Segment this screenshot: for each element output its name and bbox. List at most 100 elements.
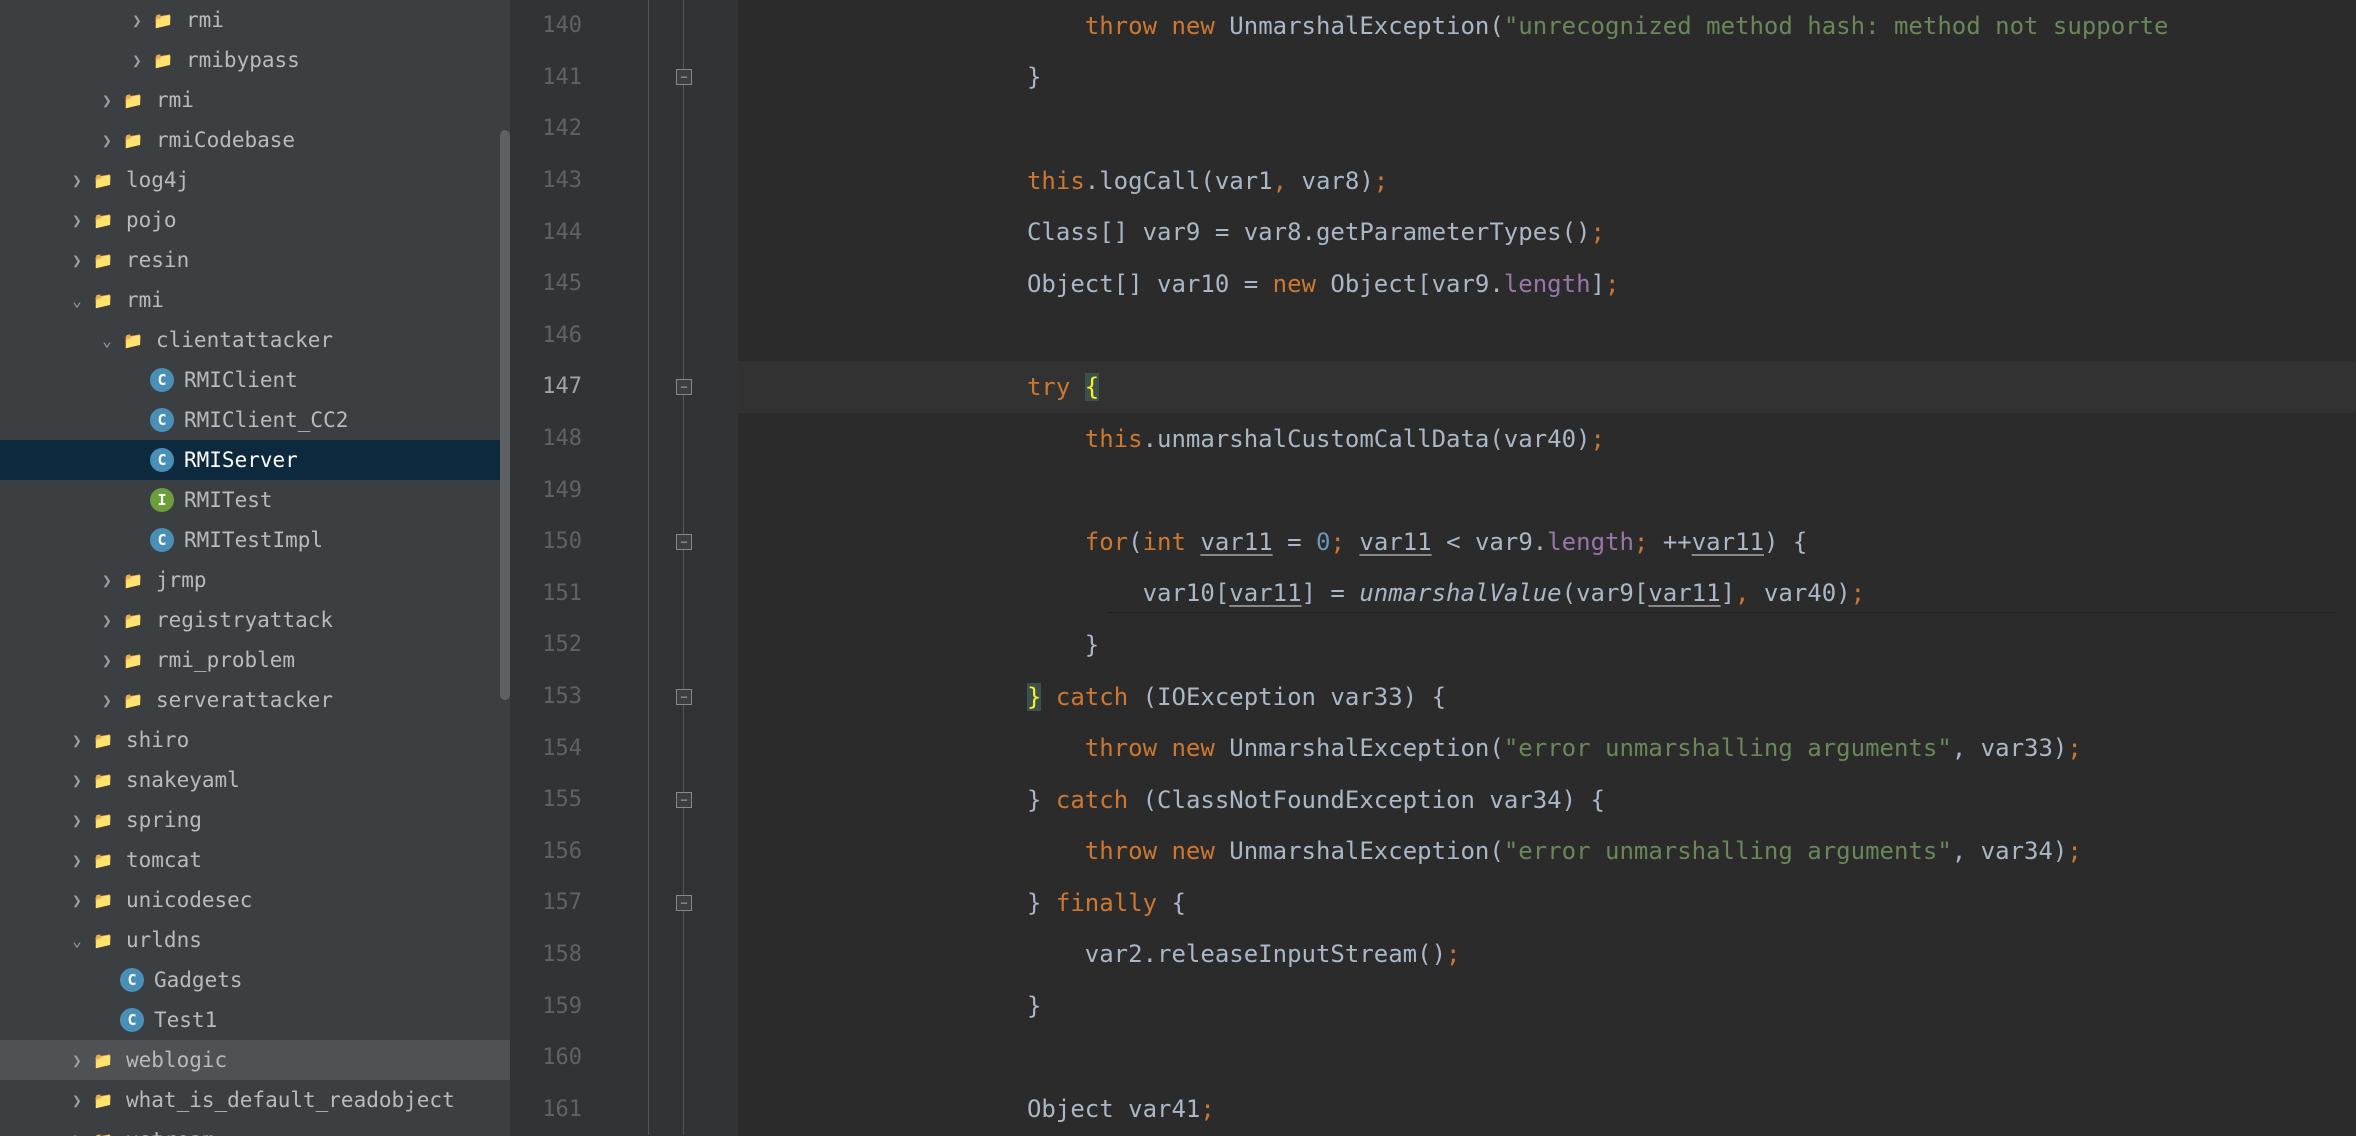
code-line[interactable]: } [738, 619, 2356, 671]
tree-item-spring[interactable]: ❯📁spring [0, 800, 510, 840]
code-line[interactable]: } catch (IOException var33) { [738, 671, 2356, 723]
chevron-right-icon[interactable]: ❯ [64, 891, 90, 910]
tree-item-serverattacker[interactable]: ❯📁serverattacker [0, 680, 510, 720]
tree-item-rmiserver[interactable]: ·CRMIServer [0, 440, 510, 480]
code-line[interactable]: throw new UnmarshalException("error unma… [738, 826, 2356, 878]
chevron-down-icon[interactable]: ⌄ [64, 931, 90, 950]
tree-item-snakeyaml[interactable]: ❯📁snakeyaml [0, 760, 510, 800]
tree-item-rmi[interactable]: ❯📁rmi [0, 0, 510, 40]
tree-item-rmi-problem[interactable]: ❯📁rmi_problem [0, 640, 510, 680]
tree-item-weblogic[interactable]: ❯📁weblogic [0, 1040, 510, 1080]
code-line[interactable]: } finally { [738, 877, 2356, 929]
code-line[interactable]: for(int var11 = 0; var11 < var9.length; … [738, 516, 2356, 568]
gutter-line[interactable]: 153− [510, 671, 738, 723]
chevron-right-icon[interactable]: ❯ [64, 1131, 90, 1136]
chevron-right-icon[interactable]: ❯ [64, 1051, 90, 1070]
code-line[interactable]: throw new UnmarshalException("unrecogniz… [738, 0, 2356, 52]
code-line[interactable] [738, 1032, 2356, 1084]
gutter-line[interactable]: 152 [510, 619, 738, 671]
fold-toggle-icon[interactable]: − [676, 895, 692, 911]
tree-item-rmi[interactable]: ❯📁rmi [0, 80, 510, 120]
gutter-line[interactable]: 143 [510, 155, 738, 207]
gutter-line[interactable]: 141− [510, 52, 738, 104]
tree-item-rmibypass[interactable]: ❯📁rmibypass [0, 40, 510, 80]
project-tree[interactable]: ❯📁rmi❯📁rmibypass❯📁rmi❯📁rmiCodebase❯📁log4… [0, 0, 510, 1136]
gutter-line[interactable]: 150− [510, 516, 738, 568]
code-line[interactable]: } [738, 52, 2356, 104]
gutter-line[interactable]: 159 [510, 980, 738, 1032]
tree-item-log4j[interactable]: ❯📁log4j [0, 160, 510, 200]
gutter-line[interactable]: 146 [510, 310, 738, 362]
tree-item-rmicodebase[interactable]: ❯📁rmiCodebase [0, 120, 510, 160]
gutter-line[interactable]: 144 [510, 206, 738, 258]
gutter-line[interactable]: 147− [510, 361, 738, 413]
gutter-line[interactable]: 145 [510, 258, 738, 310]
tree-item-rmitest[interactable]: ·IRMITest [0, 480, 510, 520]
code-line-current[interactable]: try { [738, 361, 2356, 413]
chevron-right-icon[interactable]: ❯ [64, 251, 90, 270]
tree-item-rmiclient-cc2[interactable]: ·CRMIClient_CC2 [0, 400, 510, 440]
chevron-down-icon[interactable]: ⌄ [94, 331, 120, 350]
tree-item-rmitestimpl[interactable]: ·CRMITestImpl [0, 520, 510, 560]
code-line[interactable]: Object[] var10 = new Object[var9.length]… [738, 258, 2356, 310]
code-line[interactable]: } [738, 980, 2356, 1032]
chevron-down-icon[interactable]: ⌄ [64, 291, 90, 310]
tree-item-registryattack[interactable]: ❯📁registryattack [0, 600, 510, 640]
tree-item-xstream[interactable]: ❯📁xstream [0, 1120, 510, 1136]
code-line[interactable]: this.logCall(var1, var8); [738, 155, 2356, 207]
code-editor[interactable]: throw new UnmarshalException("unrecogniz… [738, 0, 2356, 1136]
gutter-line[interactable]: 155− [510, 774, 738, 826]
code-line[interactable] [738, 310, 2356, 362]
fold-toggle-icon[interactable]: − [676, 689, 692, 705]
code-line[interactable]: var2.releaseInputStream(); [738, 929, 2356, 981]
gutter-line[interactable]: 156 [510, 826, 738, 878]
chevron-right-icon[interactable]: ❯ [94, 91, 120, 110]
tree-scrollbar[interactable] [500, 130, 510, 700]
chevron-right-icon[interactable]: ❯ [94, 651, 120, 670]
gutter-line[interactable]: 140 [510, 0, 738, 52]
gutter-line[interactable]: 149 [510, 464, 738, 516]
code-line[interactable]: } catch (ClassNotFoundException var34) { [738, 774, 2356, 826]
chevron-right-icon[interactable]: ❯ [124, 51, 150, 70]
gutter-line[interactable]: 158 [510, 929, 738, 981]
fold-toggle-icon[interactable]: − [676, 792, 692, 808]
code-line[interactable]: this.unmarshalCustomCallData(var40); [738, 413, 2356, 465]
tree-item-rmi[interactable]: ⌄📁rmi [0, 280, 510, 320]
chevron-right-icon[interactable]: ❯ [64, 731, 90, 750]
fold-toggle-icon[interactable]: − [676, 69, 692, 85]
code-line[interactable]: Object var41; [738, 1083, 2356, 1135]
code-line[interactable]: Class[] var9 = var8.getParameterTypes(); [738, 206, 2356, 258]
gutter-line[interactable]: 154 [510, 722, 738, 774]
editor-gutter[interactable]: 140141−142143144145146147−148149150−1511… [510, 0, 738, 1136]
chevron-right-icon[interactable]: ❯ [94, 691, 120, 710]
tree-item-test1[interactable]: ·CTest1 [0, 1000, 510, 1040]
gutter-line[interactable]: 161 [510, 1083, 738, 1135]
gutter-line[interactable]: 157− [510, 877, 738, 929]
chevron-right-icon[interactable]: ❯ [94, 131, 120, 150]
code-line[interactable]: throw new UnmarshalException("error unma… [738, 722, 2356, 774]
chevron-right-icon[interactable]: ❯ [64, 811, 90, 830]
tree-item-what-is-default-readobject[interactable]: ❯📁what_is_default_readobject [0, 1080, 510, 1120]
tree-item-tomcat[interactable]: ❯📁tomcat [0, 840, 510, 880]
chevron-right-icon[interactable]: ❯ [64, 1091, 90, 1110]
tree-item-pojo[interactable]: ❯📁pojo [0, 200, 510, 240]
chevron-right-icon[interactable]: ❯ [64, 171, 90, 190]
chevron-right-icon[interactable]: ❯ [94, 611, 120, 630]
tree-item-urldns[interactable]: ⌄📁urldns [0, 920, 510, 960]
code-line[interactable] [738, 464, 2356, 516]
chevron-right-icon[interactable]: ❯ [64, 211, 90, 230]
chevron-right-icon[interactable]: ❯ [64, 771, 90, 790]
tree-item-resin[interactable]: ❯📁resin [0, 240, 510, 280]
gutter-line[interactable]: 160 [510, 1032, 738, 1084]
gutter-line[interactable]: 151 [510, 568, 738, 620]
tree-item-jrmp[interactable]: ❯📁jrmp [0, 560, 510, 600]
gutter-line[interactable]: 148 [510, 413, 738, 465]
chevron-right-icon[interactable]: ❯ [124, 11, 150, 30]
tree-item-rmiclient[interactable]: ·CRMIClient [0, 360, 510, 400]
fold-toggle-icon[interactable]: − [676, 534, 692, 550]
tree-item-shiro[interactable]: ❯📁shiro [0, 720, 510, 760]
tree-item-unicodesec[interactable]: ❯📁unicodesec [0, 880, 510, 920]
code-line[interactable] [738, 103, 2356, 155]
tree-item-clientattacker[interactable]: ⌄📁clientattacker [0, 320, 510, 360]
fold-toggle-icon[interactable]: − [676, 379, 692, 395]
